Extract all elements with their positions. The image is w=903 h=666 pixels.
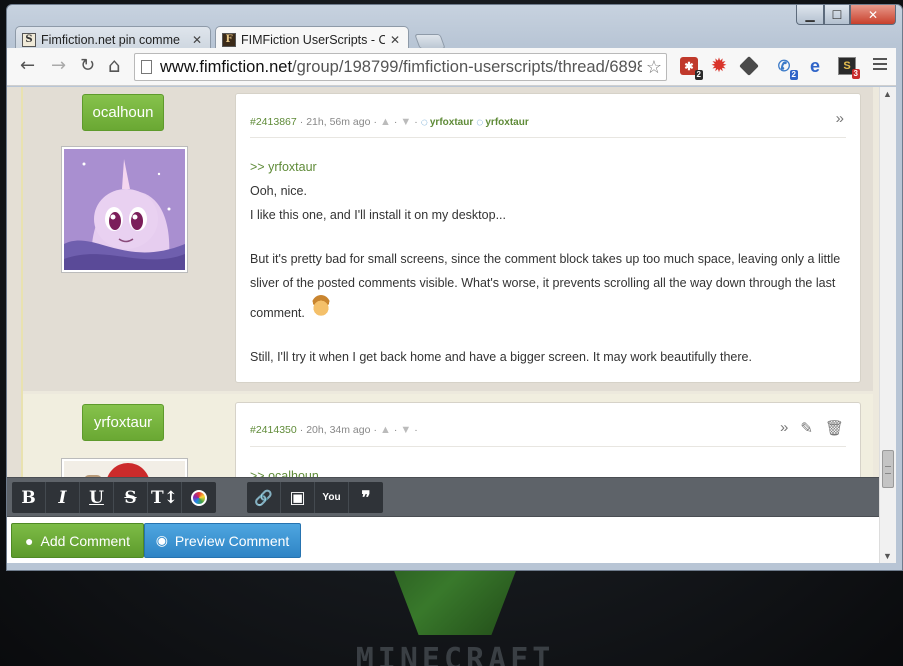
reply-chevron-icon[interactable]: »	[780, 419, 788, 437]
comment-box: #2413867 · 21h, 56m ago · ▲ · ▼ · ◌ yrfox…	[235, 93, 861, 383]
forward-arrow-icon[interactable]: →	[51, 57, 66, 75]
puzzle-icon[interactable]: ✱ 2	[680, 57, 703, 80]
wallpaper-cube-graphic	[390, 560, 520, 635]
browser-toolbar: ← → ↻ ⌂ www.fimfiction.net/group/198799/…	[7, 48, 896, 86]
meta-separator: ·	[414, 116, 418, 128]
meta-separator: ·	[299, 424, 304, 436]
gear-burst-icon[interactable]: ✹	[710, 56, 728, 75]
meta-separator: ·	[393, 424, 398, 436]
color-wheel-icon	[191, 489, 207, 506]
speech-bubble-icon: ◌	[476, 115, 484, 129]
meta-separator: ·	[393, 116, 398, 128]
youtube-button[interactable]: You	[315, 482, 349, 513]
meta-separator: ·	[373, 116, 377, 128]
quote-button[interactable]: ❞	[349, 482, 383, 513]
comment-submit-bar: ● Add Comment ◉ Preview Comment	[7, 517, 879, 563]
home-icon[interactable]: ⌂	[108, 55, 121, 75]
add-comment-button[interactable]: ● Add Comment	[11, 523, 144, 558]
comment-timestamp: 21h, 56m ago	[306, 116, 371, 128]
author-name-button[interactable]: yrfoxtaur	[82, 404, 164, 441]
italic-button[interactable]: I	[46, 482, 80, 513]
insert-tool-group: 🔗 ▣ You ❞	[247, 482, 383, 513]
speech-bubble-icon: ●	[25, 532, 34, 549]
scroll-thumb[interactable]	[882, 450, 894, 488]
comment-meta: #2413867 · 21h, 56m ago · ▲ · ▼ · ◌ yrfox…	[250, 115, 529, 129]
edit-pencil-icon[interactable]: ✎	[800, 419, 813, 437]
divider	[250, 446, 846, 447]
comment-editor-toolbar: B I U S T↕ 🔗 ▣ You ❞	[7, 477, 879, 517]
e-icon[interactable]: e	[806, 56, 824, 76]
eye-icon: ◉	[155, 532, 168, 548]
vertical-scrollbar[interactable]: ▲ ▼	[879, 87, 896, 563]
applejack-emote-icon	[310, 295, 331, 319]
s-icon[interactable]: S3	[838, 57, 860, 79]
comment-meta: #2414350 · 20h, 34m ago · ▲ · ▼ ·	[250, 424, 418, 436]
maximize-button[interactable]: ☐	[824, 5, 850, 25]
reload-icon[interactable]: ↻	[80, 57, 95, 75]
page-viewport: ocalhoun #2413867 · 21h, 56m ago · ▲ · ▼…	[7, 87, 896, 563]
author-name-button[interactable]: ocalhoun	[82, 94, 164, 131]
comment-actions: »	[836, 110, 844, 127]
thumbs-up-icon[interactable]: ▲	[380, 424, 391, 436]
fimfiction-favicon-icon: F	[222, 33, 236, 47]
tab-close-icon[interactable]: ✕	[192, 33, 202, 47]
scroll-up-arrow-icon[interactable]: ▲	[883, 89, 892, 99]
close-window-button[interactable]: ✕	[850, 5, 896, 25]
pony-avatar-image	[64, 149, 185, 270]
tab-title: Fimfiction.net pin comme	[41, 33, 180, 47]
comment: ocalhoun #2413867 · 21h, 56m ago · ▲ · ▼…	[23, 87, 873, 391]
trash-icon[interactable]: 🗑	[825, 419, 844, 437]
link-button[interactable]: 🔗	[247, 482, 281, 513]
thumbs-up-icon[interactable]: ▲	[380, 116, 391, 128]
phone-icon[interactable]: ✆ 2	[775, 57, 798, 80]
bookmark-star-icon[interactable]: ☆	[642, 57, 666, 78]
tab-close-icon[interactable]: ✕	[390, 33, 400, 47]
comment-paragraph: Still, I'll try it when I get back home …	[250, 350, 752, 364]
window-controls: ▁ ☐ ✕	[796, 5, 896, 25]
comment-timestamp: 20h, 34m ago	[306, 424, 371, 436]
comment-id-link[interactable]: #2413867	[250, 116, 297, 128]
text-size-button[interactable]: T↕	[148, 482, 182, 513]
thumbs-down-icon[interactable]: ▼	[400, 116, 411, 128]
new-tab-button[interactable]	[414, 34, 446, 49]
meta-separator: ·	[414, 424, 418, 436]
url-text[interactable]: www.fimfiction.net/group/198799/fimficti…	[160, 58, 642, 77]
reply-chevron-icon[interactable]: »	[836, 110, 844, 127]
color-picker-button[interactable]	[182, 482, 216, 513]
comment-body: >> yrfoxtaur Ooh, nice. I like this one,…	[250, 155, 845, 369]
meta-separator: ·	[299, 116, 304, 128]
wallpaper-logo-text: MINECRAFT	[355, 642, 555, 666]
divider	[250, 137, 846, 138]
speech-bubble-icon: ◌	[420, 115, 428, 129]
back-arrow-icon[interactable]: ←	[20, 57, 35, 75]
comment-id-link[interactable]: #2414350	[250, 424, 297, 436]
comment-line: Ooh, nice.	[250, 184, 307, 198]
desktop-wallpaper: MINECRAFT	[330, 560, 580, 666]
strikethrough-button[interactable]: S	[114, 482, 148, 513]
scroll-down-arrow-icon[interactable]: ▼	[883, 551, 892, 561]
reply-link[interactable]: ◌ yrfoxtaur	[421, 115, 474, 129]
bold-button[interactable]: B	[12, 482, 46, 513]
comment-actions: » ✎ 🗑	[780, 419, 844, 437]
tab-title: FIMFiction UserScripts - C	[241, 33, 385, 47]
comment-paragraph: But it's pretty bad for small screens, s…	[250, 252, 841, 320]
address-bar[interactable]: www.fimfiction.net/group/198799/fimficti…	[134, 53, 667, 81]
comment-line: I like this one, and I'll install it on …	[250, 208, 506, 222]
meta-separator: ·	[373, 424, 377, 436]
menu-hamburger-icon[interactable]	[873, 58, 887, 73]
tag-icon[interactable]	[739, 56, 759, 76]
site-favicon-icon: S	[22, 33, 36, 47]
reply-link[interactable]: ◌ yrfoxtaur	[476, 115, 529, 129]
thumbs-down-icon[interactable]: ▼	[400, 424, 411, 436]
image-button[interactable]: ▣	[281, 482, 315, 513]
page-icon	[141, 60, 152, 74]
format-tool-group: B I U S T↕	[12, 482, 216, 513]
minimize-button[interactable]: ▁	[796, 5, 824, 25]
preview-comment-button[interactable]: ◉ Preview Comment	[144, 523, 301, 558]
underline-button[interactable]: U	[80, 482, 114, 513]
quote-link[interactable]: >> yrfoxtaur	[250, 155, 845, 179]
avatar[interactable]	[61, 146, 188, 273]
